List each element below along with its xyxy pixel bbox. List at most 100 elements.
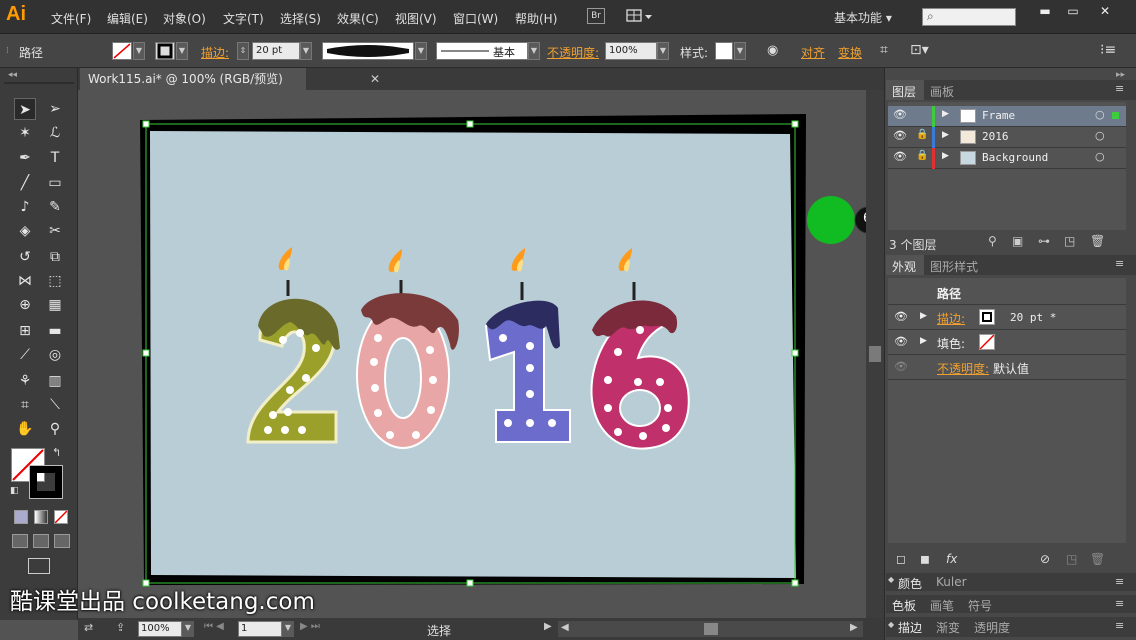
visibility-eye-icon[interactable]: 👁 <box>894 310 908 323</box>
expand-triangle-icon[interactable]: ▶ <box>942 151 949 161</box>
transform-link[interactable]: 变换 <box>838 44 862 61</box>
new-sublayer-icon[interactable]: ⊶ <box>1038 234 1050 248</box>
menu-view[interactable]: 视图(V) <box>395 10 437 27</box>
stroke-weight-stepper[interactable]: ⇕ <box>237 42 249 60</box>
tab-artboards[interactable]: 画板 <box>930 83 954 100</box>
minimize-button[interactable]: ▬ <box>1030 0 1060 22</box>
delete-item-icon[interactable]: 🗑 <box>1090 552 1105 566</box>
appearance-fill-swatch[interactable] <box>979 334 995 350</box>
status-menu-arrow[interactable]: ▶ <box>544 621 552 632</box>
zoom-tool-icon[interactable]: ⚲ <box>44 418 66 440</box>
tab-stroke[interactable]: 描边 <box>898 619 922 636</box>
stroke-swatch[interactable] <box>155 42 175 60</box>
target-circle-icon[interactable]: ○ <box>1095 108 1105 121</box>
horizontal-scroll-thumb[interactable] <box>704 623 718 635</box>
selection-tool-icon[interactable]: ➤ <box>14 98 36 120</box>
lock-icon[interactable]: 🔒 <box>916 129 928 140</box>
clear-appearance-icon[interactable]: ⊘ <box>1040 552 1050 566</box>
eyedropper-tool-icon[interactable]: ⟋ <box>14 344 36 366</box>
stroke-dropdown[interactable]: ▼ <box>176 42 188 60</box>
type-tool-icon[interactable]: T <box>44 147 66 169</box>
layer-row-2016[interactable]: 👁 🔒 ▶ 2016 ○ <box>888 127 1126 148</box>
appearance-fill-row[interactable]: 👁 ▶ 填色: <box>888 330 1126 355</box>
opacity-input[interactable]: 100% <box>605 42 657 60</box>
delete-layer-icon[interactable]: 🗑 <box>1090 234 1105 248</box>
fill-swatch[interactable] <box>112 42 132 60</box>
visibility-eye-icon[interactable]: 👁 <box>893 150 907 163</box>
document-tab[interactable]: Work115.ai* @ 100% (RGB/预览) ✕ <box>80 68 380 90</box>
line-tool-icon[interactable]: ╱ <box>14 172 36 194</box>
blend-tool-icon[interactable]: ◎ <box>44 344 66 366</box>
artboard-svg[interactable] <box>78 90 866 618</box>
graphic-style-swatch[interactable] <box>715 42 733 60</box>
target-circle-icon[interactable]: ○ <box>1095 150 1105 163</box>
color-mode-icon[interactable] <box>14 510 28 524</box>
free-transform-tool-icon[interactable]: ⬚ <box>44 270 66 292</box>
duplicate-item-icon[interactable]: ◳ <box>1066 552 1077 566</box>
menu-file[interactable]: 文件(F) <box>51 10 91 27</box>
magic-wand-tool-icon[interactable]: ✶ <box>14 122 36 144</box>
locate-object-icon[interactable]: ⚲ <box>988 234 997 248</box>
align-link[interactable]: 对齐 <box>801 44 825 61</box>
column-graph-tool-icon[interactable]: ▥ <box>44 370 66 392</box>
stroke-label[interactable]: 描边: <box>201 44 229 61</box>
rectangle-tool-icon[interactable]: ▭ <box>44 172 66 194</box>
isolate-icon[interactable]: ⌗ <box>880 42 888 58</box>
close-button[interactable]: ✕ <box>1090 0 1120 22</box>
selection-indicator[interactable] <box>1112 112 1119 119</box>
width-tool-icon[interactable]: ⋈ <box>14 270 36 292</box>
appearance-fill-label[interactable]: 填色: <box>937 335 965 352</box>
zoom-dropdown[interactable]: ▼ <box>182 621 194 637</box>
visibility-eye-icon[interactable]: 👁 <box>893 108 907 121</box>
clipping-mask-icon[interactable]: ▣ <box>1012 234 1023 248</box>
brush-dropdown[interactable]: ▼ <box>528 42 540 60</box>
add-fill-icon[interactable]: ◼ <box>920 552 930 566</box>
opacity-dropdown[interactable]: ▼ <box>657 42 669 60</box>
tab-swatches[interactable]: 色板 <box>892 597 916 614</box>
mesh-tool-icon[interactable]: ⊞ <box>14 320 36 342</box>
tab-graphic-styles[interactable]: 图形样式 <box>930 258 978 275</box>
arrange-documents-button[interactable] <box>626 8 654 24</box>
status-icon[interactable]: ⇄ <box>84 621 93 634</box>
scale-tool-icon[interactable]: ⧉ <box>44 246 66 268</box>
first-artboard-icon[interactable]: ⏮ ◀ <box>204 621 224 632</box>
menu-effect[interactable]: 效果(C) <box>337 10 379 27</box>
tab-color[interactable]: 颜色 <box>898 575 922 592</box>
appearance-stroke-swatch[interactable] <box>979 309 995 325</box>
visibility-eye-icon[interactable]: 👁 <box>893 129 907 142</box>
variable-width-profile[interactable] <box>322 42 414 60</box>
artboard-dropdown[interactable]: ▼ <box>282 621 294 637</box>
direct-selection-tool-icon[interactable]: ➢ <box>44 98 66 120</box>
layer-name[interactable]: Background <box>982 151 1048 164</box>
artboard-tool-icon[interactable]: ⌗ <box>14 394 36 416</box>
layers-panel-menu-icon[interactable]: ≡ <box>1115 82 1124 95</box>
shape-builder-tool-icon[interactable]: ⊕ <box>14 294 36 316</box>
fill-dropdown[interactable]: ▼ <box>133 42 145 60</box>
bridge-button[interactable]: Br <box>587 8 605 24</box>
expand-triangle-icon[interactable]: ▶ <box>920 311 927 321</box>
expand-triangle-icon[interactable]: ▶ <box>942 130 949 140</box>
appearance-panel-menu-icon[interactable]: ≡ <box>1115 257 1124 270</box>
symbol-sprayer-tool-icon[interactable]: ⚘ <box>14 370 36 392</box>
appearance-opacity-label[interactable]: 不透明度: <box>937 360 989 377</box>
stroke-weight-dropdown[interactable]: ▼ <box>300 42 312 60</box>
artboard-number-input[interactable]: 1 <box>238 621 282 637</box>
color-panel-menu-icon[interactable]: ≡ <box>1115 575 1124 588</box>
layer-row-frame[interactable]: 👁 ▶ Frame ○ <box>888 106 1126 127</box>
hand-tool-icon[interactable]: ✋ <box>14 418 36 440</box>
appearance-stroke-label[interactable]: 描边: <box>937 310 965 327</box>
tab-transparency[interactable]: 透明度 <box>974 619 1010 636</box>
draw-inside-icon[interactable] <box>54 534 70 548</box>
pen-tool-icon[interactable]: ✒ <box>14 147 36 169</box>
recolor-icon[interactable]: ◉ <box>767 43 778 58</box>
rotate-tool-icon[interactable]: ↺ <box>14 246 36 268</box>
horizontal-scrollbar[interactable]: ◀ ▶ <box>558 621 863 637</box>
stroke-panel-menu-icon[interactable]: ≡ <box>1115 619 1124 632</box>
new-layer-icon[interactable]: ◳ <box>1064 234 1075 248</box>
tab-symbols[interactable]: 符号 <box>968 597 992 614</box>
help-search-input[interactable]: ⌕ <box>922 8 1016 26</box>
appearance-stroke-row[interactable]: 👁 ▶ 描边: 20 pt * <box>888 305 1126 330</box>
tab-gradient[interactable]: 渐变 <box>936 619 960 636</box>
gradient-mode-icon[interactable] <box>34 510 48 524</box>
canvas-area[interactable]: 6 <box>78 90 866 618</box>
